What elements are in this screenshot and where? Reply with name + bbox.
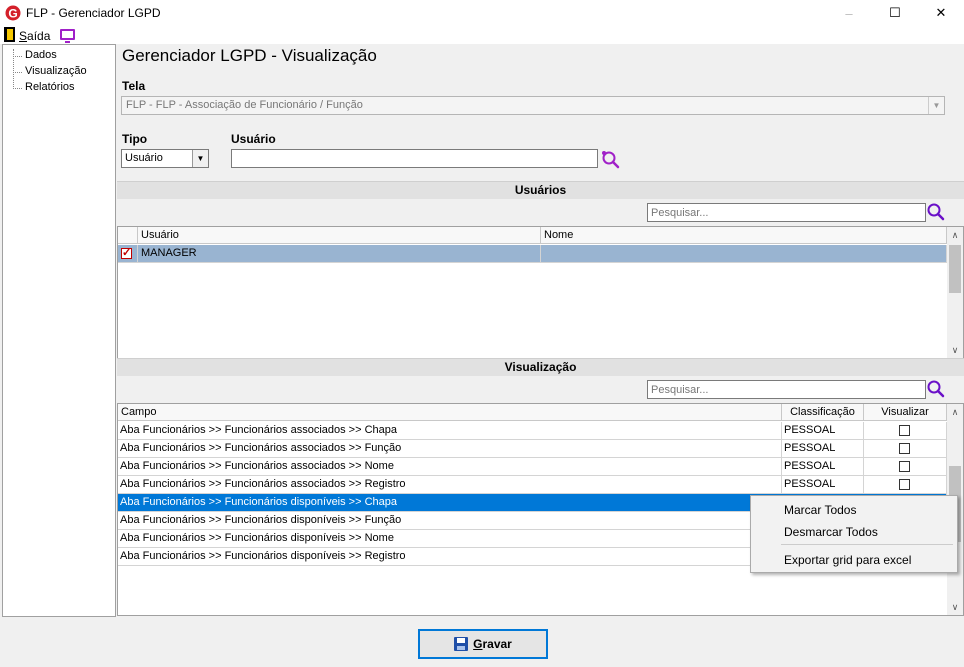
- cell-visualizar[interactable]: [864, 422, 947, 439]
- tela-select[interactable]: FLP - FLP - Associação de Funcionário / …: [121, 96, 945, 115]
- app-logo-icon: G: [5, 5, 21, 21]
- users-grid: Usuário Nome MANAGER ∧ ∨: [117, 226, 964, 359]
- tipo-select-value: Usuário: [125, 152, 163, 164]
- view-search-input[interactable]: Pesquisar...: [647, 380, 926, 399]
- navigation-tree: Dados Visualização Relatórios: [2, 44, 116, 617]
- menu-bar: Saída: [0, 26, 964, 44]
- cell-campo: Aba Funcionários >> Funcionários associa…: [118, 440, 782, 457]
- cell-classificacao: PESSOAL: [782, 458, 864, 475]
- row-checkbox[interactable]: [121, 246, 132, 259]
- page-title: Gerenciador LGPD - Visualização: [122, 46, 377, 65]
- cell-campo: Aba Funcionários >> Funcionários disponí…: [118, 494, 782, 511]
- cell-classificacao: PESSOAL: [782, 440, 864, 457]
- cell-classificacao: PESSOAL: [782, 476, 864, 493]
- chevron-down-icon[interactable]: ▼: [192, 150, 208, 167]
- users-search-icon[interactable]: [926, 202, 946, 222]
- exit-door-icon[interactable]: [4, 27, 15, 42]
- scroll-down-icon[interactable]: ∨: [947, 342, 963, 358]
- context-menu: Marcar Todos Desmarcar Todos Exportar gr…: [750, 495, 958, 573]
- view-section-header: Visualização: [117, 358, 964, 376]
- cell-campo: Aba Funcionários >> Funcionários disponí…: [118, 512, 782, 529]
- row-check-cell[interactable]: [118, 245, 138, 262]
- scroll-up-icon[interactable]: ∧: [947, 227, 963, 243]
- visualizar-checkbox[interactable]: [899, 443, 910, 454]
- title-bar: G FLP - Gerenciador LGPD – ☐ ✕: [0, 0, 964, 26]
- window-title: FLP - Gerenciador LGPD: [26, 6, 161, 20]
- view-search-icon[interactable]: [926, 379, 946, 399]
- menu-item-desmarcar-todos[interactable]: Desmarcar Todos: [784, 525, 878, 539]
- minimize-button[interactable]: –: [826, 0, 872, 26]
- tree-item-relatorios[interactable]: Relatórios: [3, 81, 75, 97]
- menu-exit[interactable]: Saída: [19, 29, 50, 43]
- menu-exit-label: aída: [27, 29, 51, 43]
- usuario-label: Usuário: [231, 132, 276, 146]
- visualizar-checkbox[interactable]: [899, 425, 910, 436]
- tipo-select[interactable]: Usuário ▼: [121, 149, 209, 168]
- header-select-cell: [118, 227, 138, 244]
- table-row[interactable]: Aba Funcionários >> Funcionários associa…: [118, 476, 947, 494]
- users-grid-scrollbar[interactable]: ∧ ∨: [947, 227, 963, 358]
- menu-item-marcar-todos[interactable]: Marcar Todos: [784, 503, 856, 517]
- maximize-button[interactable]: ☐: [872, 0, 918, 26]
- view-grid-header: Campo Classificação Visualizar: [118, 404, 947, 421]
- cell-campo: Aba Funcionários >> Funcionários disponí…: [118, 530, 782, 547]
- save-button-label: Gravar: [473, 637, 512, 651]
- visualizar-checkbox[interactable]: [899, 479, 910, 490]
- cell-visualizar[interactable]: [864, 458, 947, 475]
- svg-text:G: G: [8, 7, 17, 21]
- usuario-input[interactable]: [231, 149, 598, 168]
- close-button[interactable]: ✕: [918, 0, 964, 26]
- column-header-visualizar[interactable]: Visualizar: [864, 404, 947, 421]
- column-header-campo[interactable]: Campo: [118, 404, 782, 421]
- scroll-down-icon[interactable]: ∨: [947, 599, 963, 615]
- tela-select-value: FLP - FLP - Associação de Funcionário / …: [126, 99, 363, 111]
- cell-campo: Aba Funcionários >> Funcionários associa…: [118, 458, 782, 475]
- tela-label: Tela: [122, 79, 146, 93]
- table-row[interactable]: Aba Funcionários >> Funcionários associa…: [118, 440, 947, 458]
- users-grid-header: Usuário Nome: [118, 227, 947, 244]
- cell-visualizar[interactable]: [864, 476, 947, 493]
- scroll-up-icon[interactable]: ∧: [947, 404, 963, 420]
- menu-item-exportar-excel[interactable]: Exportar grid para excel: [784, 553, 911, 567]
- table-row[interactable]: Aba Funcionários >> Funcionários associa…: [118, 422, 947, 440]
- chevron-down-icon[interactable]: ▼: [928, 97, 944, 114]
- users-section-header: Usuários: [117, 181, 964, 199]
- menu-separator: [781, 544, 953, 545]
- cell-campo: Aba Funcionários >> Funcionários disponí…: [118, 548, 782, 565]
- cell-campo: Aba Funcionários >> Funcionários associa…: [118, 422, 782, 439]
- floppy-disk-icon: [454, 637, 469, 651]
- menu-exit-accelerator: S: [19, 29, 28, 43]
- cell-campo: Aba Funcionários >> Funcionários associa…: [118, 476, 782, 493]
- users-search-input[interactable]: Pesquisar...: [647, 203, 926, 222]
- cell-usuario: MANAGER: [138, 245, 541, 262]
- save-button[interactable]: Gravar: [418, 629, 548, 659]
- tipo-label: Tipo: [122, 132, 148, 146]
- column-header-nome[interactable]: Nome: [541, 227, 947, 244]
- column-header-usuario[interactable]: Usuário: [138, 227, 541, 244]
- cell-visualizar[interactable]: [864, 440, 947, 457]
- monitor-icon[interactable]: [60, 29, 75, 43]
- usuario-search-icon[interactable]: [601, 150, 621, 170]
- table-row[interactable]: Aba Funcionários >> Funcionários associa…: [118, 458, 947, 476]
- column-header-classificacao[interactable]: Classificação: [782, 404, 864, 421]
- tree-item-visualizacao[interactable]: Visualização: [3, 65, 87, 81]
- cell-classificacao: PESSOAL: [782, 422, 864, 439]
- visualizar-checkbox[interactable]: [899, 461, 910, 472]
- tree-item-dados[interactable]: Dados: [3, 49, 57, 65]
- table-row[interactable]: MANAGER: [118, 245, 947, 263]
- cell-nome: [541, 245, 947, 262]
- scroll-thumb[interactable]: [949, 245, 961, 293]
